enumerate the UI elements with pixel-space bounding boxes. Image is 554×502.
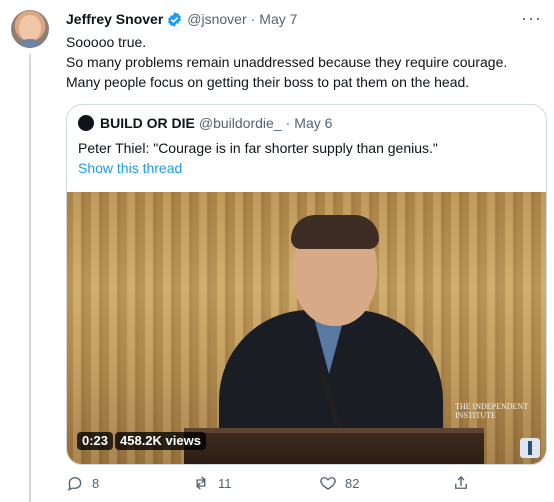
video-watermark: The INDEPENDENT INSTITUTE — [455, 402, 528, 420]
avatar-shirt — [15, 39, 45, 48]
author-avatar[interactable] — [11, 10, 49, 48]
reply-count: 8 — [92, 475, 100, 491]
quoted-author-name[interactable]: BUILD OR DIE — [100, 115, 195, 131]
author-name[interactable]: Jeffrey Snover — [66, 11, 163, 27]
header-separator: · — [250, 11, 256, 27]
video-corner-logo-icon — [520, 438, 540, 458]
retweet-button[interactable]: 11 — [192, 474, 232, 492]
like-count: 82 — [345, 475, 360, 491]
tweet-text-line: So many problems remain unaddressed beca… — [66, 54, 508, 70]
tweet-header: Jeffrey Snover @jsnover · May 7 — [66, 10, 297, 28]
video-player[interactable]: The INDEPENDENT INSTITUTE 0:23 458.2K vi… — [67, 192, 546, 464]
video-views-badge: 458.2K views — [115, 432, 206, 450]
retweet-count: 11 — [218, 475, 232, 491]
retweet-icon — [196, 476, 206, 490]
share-icon — [455, 476, 467, 489]
tweet-text-line: Sooooo true. — [66, 34, 147, 50]
reply-button[interactable]: 8 — [66, 474, 99, 492]
video-speaker-hair — [291, 215, 379, 249]
quoted-tweet-text: Peter Thiel: "Courage is in far shorter … — [78, 140, 438, 156]
video-podium — [184, 428, 484, 464]
quoted-header-separator: · — [285, 115, 291, 131]
quoted-author-handle[interactable]: @buildordie_ — [199, 115, 282, 131]
heart-icon — [320, 477, 336, 490]
video-duration-badge: 0:23 — [77, 432, 114, 450]
quoted-tweet-card[interactable]: BUILD OR DIE @buildordie_ · May 6 Peter … — [66, 104, 547, 465]
verified-icon — [166, 11, 183, 28]
share-button[interactable] — [452, 474, 478, 492]
tweet-text-line: Many people focus on getting their boss … — [66, 74, 470, 90]
more-options-icon[interactable]: ··· — [521, 9, 542, 27]
tweet-date[interactable]: May 7 — [259, 11, 297, 27]
author-handle[interactable]: @jsnover — [187, 11, 246, 27]
quoted-tweet-date[interactable]: May 6 — [294, 115, 332, 131]
like-button[interactable]: 82 — [319, 474, 359, 492]
tweet-actions: 8 11 82 — [66, 474, 536, 496]
show-thread-link[interactable]: Show this thread — [78, 158, 182, 178]
quoted-author-avatar — [78, 115, 94, 131]
reply-icon — [67, 477, 82, 492]
quoted-tweet-header: BUILD OR DIE @buildordie_ · May 6 — [78, 115, 332, 131]
tweet-text: Sooooo true. So many problems remain una… — [66, 32, 536, 92]
thread-line — [29, 54, 31, 502]
avatar-face — [19, 15, 41, 41]
